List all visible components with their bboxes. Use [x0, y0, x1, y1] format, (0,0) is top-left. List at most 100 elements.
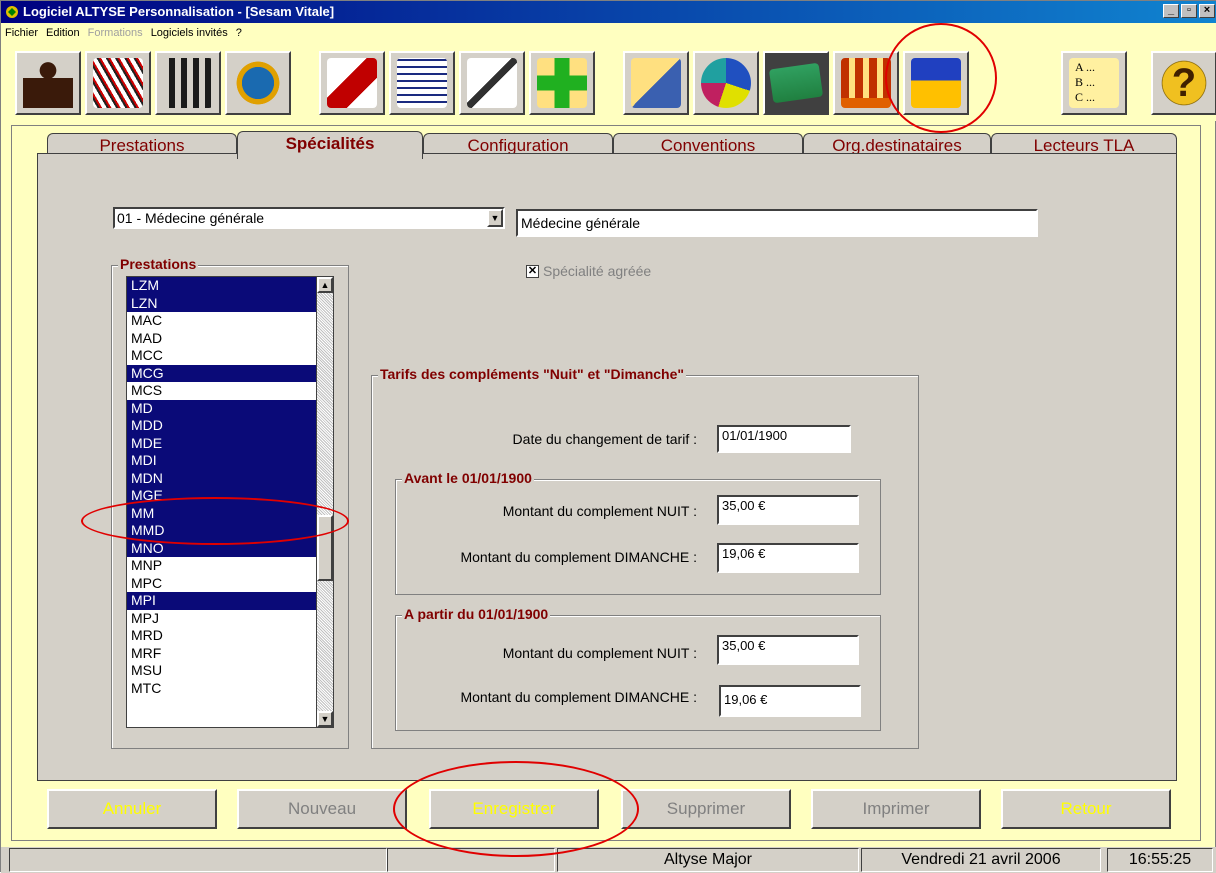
menu-logiciels-invites[interactable]: Logiciels invités: [151, 27, 228, 39]
draw-tools-icon: [93, 58, 143, 108]
checkbox-checked-icon: ✕: [526, 264, 539, 278]
status-panel-empty-2: [387, 848, 555, 872]
cross-pen-icon: [537, 58, 587, 108]
retour-button[interactable]: Retour: [1001, 789, 1171, 829]
prestation-list-item[interactable]: MD: [127, 399, 317, 417]
scroll-up-icon[interactable]: ▲: [317, 277, 333, 293]
toolbar-button-15[interactable]: ?: [1151, 51, 1216, 115]
prestations-title: Prestations: [118, 256, 199, 272]
tab-specialites[interactable]: Spécialités: [237, 131, 423, 159]
toolbar-button-5[interactable]: [319, 51, 385, 115]
avant-nuit-field[interactable]: 35,00 €: [717, 495, 859, 525]
abc-list-icon: A ... B ... C ...: [1069, 58, 1119, 108]
toolbar-button-7[interactable]: [459, 51, 525, 115]
refresh-icon: [233, 58, 283, 108]
close-button[interactable]: ×: [1199, 4, 1215, 18]
scroll-down-icon[interactable]: ▼: [317, 711, 333, 727]
prestation-list-item[interactable]: MPJ: [127, 610, 317, 628]
status-user: Altyse Major: [557, 848, 859, 872]
tools-icon: [163, 58, 213, 108]
prestation-list-item[interactable]: MDE: [127, 434, 317, 452]
specialite-name-field[interactable]: Médecine générale: [516, 209, 1038, 237]
status-date: Vendredi 21 avril 2006: [861, 848, 1101, 872]
prestation-list-item[interactable]: MPI: [127, 592, 317, 610]
status-panel-empty-1: [9, 848, 387, 872]
specialite-agreee-label: Spécialité agréée: [543, 263, 652, 279]
prestations-scrollbar[interactable]: ▲ ▼: [316, 276, 334, 728]
window-title: Logiciel ALTYSE Personnalisation - [Sesa…: [23, 4, 335, 19]
menu-edition[interactable]: Edition: [46, 27, 80, 39]
toolbar-button-3[interactable]: [155, 51, 221, 115]
app-window: Logiciel ALTYSE Personnalisation - [Sesa…: [0, 0, 1216, 873]
date-changement-label: Date du changement de tarif :: [512, 431, 697, 447]
toolbar-button-4[interactable]: [225, 51, 291, 115]
apres-nuit-field[interactable]: 35,00 €: [717, 635, 859, 665]
prestation-list-item[interactable]: MRF: [127, 645, 317, 663]
status-time: 16:55:25: [1107, 848, 1213, 872]
tarifs-title: Tarifs des compléments "Nuit" et "Dimanc…: [378, 366, 687, 382]
avant-dimanche-field[interactable]: 19,06 €: [717, 543, 859, 573]
prestation-list-item[interactable]: MRD: [127, 627, 317, 645]
toolbar-button-6[interactable]: [389, 51, 455, 115]
prestation-list-item[interactable]: MTC: [127, 680, 317, 698]
minimize-button[interactable]: _: [1163, 4, 1179, 18]
prestation-list-item[interactable]: MDI: [127, 452, 317, 470]
prestation-list-item[interactable]: MMD: [127, 522, 317, 540]
date-changement-field[interactable]: 01/01/1900: [717, 425, 851, 453]
chevron-down-icon[interactable]: ▼: [487, 209, 503, 227]
toolbar-button-8[interactable]: [529, 51, 595, 115]
prestation-list-item[interactable]: MDN: [127, 469, 317, 487]
toolbar-button-2[interactable]: [85, 51, 151, 115]
pen-paper-icon: [631, 58, 681, 108]
stats-icon: [841, 58, 891, 108]
prestation-list-item[interactable]: MAC: [127, 312, 317, 330]
eye-chart-icon: [701, 58, 751, 108]
prestations-list[interactable]: LZM LZN MAC MAD MCC MCG MCS MD MDD MDE MDI MDN MGE MM…: [126, 276, 318, 728]
apres-dimanche-label: Montant du complement DIMANCHE :: [460, 689, 697, 705]
prestation-list-item[interactable]: MPC: [127, 575, 317, 593]
toolbar-button-13[interactable]: [903, 51, 969, 115]
status-bar: Altyse Major Vendredi 21 avril 2006 16:5…: [1, 847, 1216, 873]
pen-write-icon: [467, 58, 517, 108]
prestation-list-item[interactable]: MNO: [127, 539, 317, 557]
app-icon: [5, 5, 19, 19]
prestation-list-item[interactable]: MCC: [127, 347, 317, 365]
avant-title: Avant le 01/01/1900: [402, 470, 534, 486]
prestation-list-item[interactable]: LZN: [127, 294, 317, 312]
apres-title: A partir du 01/01/1900: [402, 606, 551, 622]
flask-chart-icon: [327, 58, 377, 108]
prestation-list-item[interactable]: MDD: [127, 417, 317, 435]
prestation-list-item[interactable]: MCS: [127, 382, 317, 400]
toolbar-button-12[interactable]: [833, 51, 899, 115]
toolbar-button-10[interactable]: [693, 51, 759, 115]
supprimer-button[interactable]: Supprimer: [621, 789, 791, 829]
menu-fichier[interactable]: Fichier: [5, 27, 38, 39]
prestation-list-item[interactable]: MM: [127, 504, 317, 522]
maximize-button[interactable]: ▫: [1181, 4, 1197, 18]
scroll-thumb[interactable]: [317, 515, 333, 581]
return-grid-icon: [911, 58, 961, 108]
toolbar-button-14[interactable]: A ... B ... C ...: [1061, 51, 1127, 115]
prestation-list-item[interactable]: MCG: [127, 364, 317, 382]
title-bar: Logiciel ALTYSE Personnalisation - [Sesa…: [1, 1, 1216, 23]
imprimer-button[interactable]: Imprimer: [811, 789, 981, 829]
prestation-list-item[interactable]: MNP: [127, 557, 317, 575]
toolbar-button-9[interactable]: [623, 51, 689, 115]
menu-help[interactable]: ?: [236, 27, 242, 39]
prestation-list-item[interactable]: LZM: [127, 277, 317, 295]
prestation-list-item[interactable]: MSU: [127, 662, 317, 680]
card-icon: [768, 62, 824, 104]
toolbar-button-11[interactable]: [763, 51, 829, 115]
prestation-list-item[interactable]: MGE: [127, 487, 317, 505]
enregistrer-button[interactable]: Enregistrer: [429, 789, 599, 829]
specialite-select[interactable]: 01 - Médecine générale ▼: [113, 207, 505, 229]
specialite-agreee-checkbox[interactable]: ✕ Spécialité agréée: [526, 263, 651, 279]
prestation-list-item[interactable]: MAD: [127, 330, 317, 348]
toolbar-button-1[interactable]: [15, 51, 81, 115]
annuler-button[interactable]: Annuler: [47, 789, 217, 829]
documents-icon: [397, 58, 447, 108]
toolbar: A ... B ... C ... ?: [1, 43, 1216, 121]
nouveau-button[interactable]: Nouveau: [237, 789, 407, 829]
apres-dimanche-field[interactable]: 19,06 €: [719, 685, 861, 717]
avant-dimanche-label: Montant du complement DIMANCHE :: [460, 549, 697, 565]
